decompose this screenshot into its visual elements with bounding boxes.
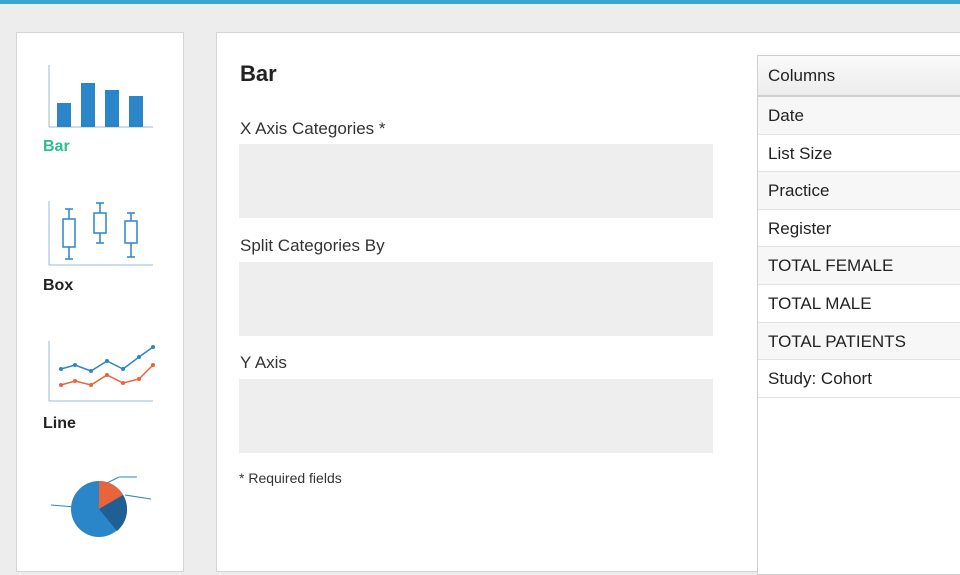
column-item[interactable]: TOTAL FEMALE: [758, 247, 960, 285]
column-item[interactable]: Study: Cohort: [758, 360, 960, 398]
required-fields-note: * Required fields: [239, 470, 342, 486]
split-categories-dropzone[interactable]: [239, 262, 713, 336]
bar-chart-icon: [48, 65, 153, 128]
columns-rows: Date List Size Practice Register TOTAL FEMAL…: [758, 97, 960, 398]
chart-type-pie[interactable]: [17, 473, 185, 553]
line-chart-icon: [48, 341, 155, 402]
column-item[interactable]: TOTAL MALE: [758, 285, 960, 323]
chart-type-box[interactable]: Box: [17, 199, 185, 299]
chart-type-label: Line: [43, 415, 76, 432]
y-axis-dropzone[interactable]: [239, 379, 713, 453]
column-item[interactable]: List Size: [758, 135, 960, 173]
split-categories-label: Split Categories By: [240, 236, 385, 255]
column-item[interactable]: Register: [758, 210, 960, 248]
columns-list: Columns Date List Size Practice Register TOT…: [757, 55, 960, 575]
y-axis-label: Y Axis: [240, 353, 287, 372]
column-item[interactable]: Practice: [758, 172, 960, 210]
top-accent-bar: [0, 0, 960, 4]
pie-chart-icon: [50, 476, 152, 537]
x-axis-dropzone[interactable]: [239, 144, 713, 218]
panel-title: Bar: [240, 61, 277, 86]
chart-config-panel: Bar X Axis Categories * Split Categories…: [216, 32, 960, 575]
chart-type-bar[interactable]: Bar: [17, 61, 185, 161]
column-item[interactable]: TOTAL PATIENTS: [758, 322, 960, 361]
box-plot-icon: [48, 201, 153, 266]
x-axis-label: X Axis Categories *: [240, 119, 386, 138]
columns-header: Columns: [758, 56, 960, 97]
chart-type-sidebar: Bar Box Line: [16, 32, 184, 572]
chart-type-label: Bar: [43, 138, 70, 155]
chart-type-label: Box: [43, 277, 74, 294]
chart-type-line[interactable]: Line: [17, 339, 185, 439]
column-item[interactable]: Date: [758, 97, 960, 135]
